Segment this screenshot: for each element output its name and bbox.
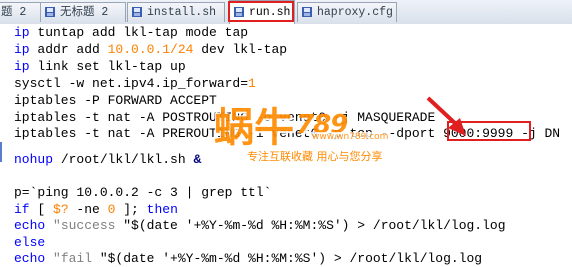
code-line-11: p=`ping 10.0.0.2 -c 3 | grep ttl` <box>14 185 272 200</box>
red-arrow-icon <box>426 96 466 136</box>
tab-label: 题 2 <box>1 6 27 19</box>
document-icon <box>45 7 55 17</box>
tab-label: run.sh <box>249 6 291 19</box>
document-icon <box>302 7 312 17</box>
code-line-4: sysctl -w net.ipv4.ip_forward=1 <box>14 76 256 91</box>
tab-bar: 题 2 无标题 2 install.sh run.sh haproxy.cfg <box>0 0 572 25</box>
fold-marker <box>0 142 2 162</box>
tab-install-sh[interactable]: install.sh <box>127 2 225 22</box>
code-line-5: iptables -P FORWARD ACCEPT <box>14 93 217 108</box>
code-line-13: echo "success "$(date '+%Y-%m-%d %H:%M:%… <box>14 218 506 233</box>
code-line-1: ip tuntap add lkl-tap mode tap <box>14 25 249 40</box>
code-line-14: else <box>14 235 46 250</box>
tab-label: 无标题 2 <box>60 6 109 19</box>
code-line-15: echo "fail "$(date '+%Y-%m-%d %H:%M:%S')… <box>14 251 483 266</box>
code-line-12: if [ $? -ne 0 ]; then <box>14 202 178 217</box>
code-line-3: ip link set lkl-tap up <box>14 59 186 74</box>
tab-label: haproxy.cfg <box>317 6 393 19</box>
tab-label: install.sh <box>147 6 217 19</box>
code-editor[interactable]: ip tuntap add lkl-tap mode tap ip addr a… <box>0 24 572 267</box>
tab-untitled-2[interactable]: 无标题 2 <box>40 2 126 22</box>
document-icon <box>132 7 142 17</box>
code-line-9: nohup /root/lkl/lkl.sh & <box>14 152 202 167</box>
document-icon <box>234 7 244 17</box>
tab-run-sh[interactable]: run.sh <box>229 0 295 24</box>
tab-haproxy-cfg[interactable]: haproxy.cfg <box>297 2 397 22</box>
code-line-2: ip addr add 10.0.0.1/24 dev lkl-tap <box>14 42 288 57</box>
tab-untitled-partial[interactable]: 题 2 <box>0 2 41 22</box>
